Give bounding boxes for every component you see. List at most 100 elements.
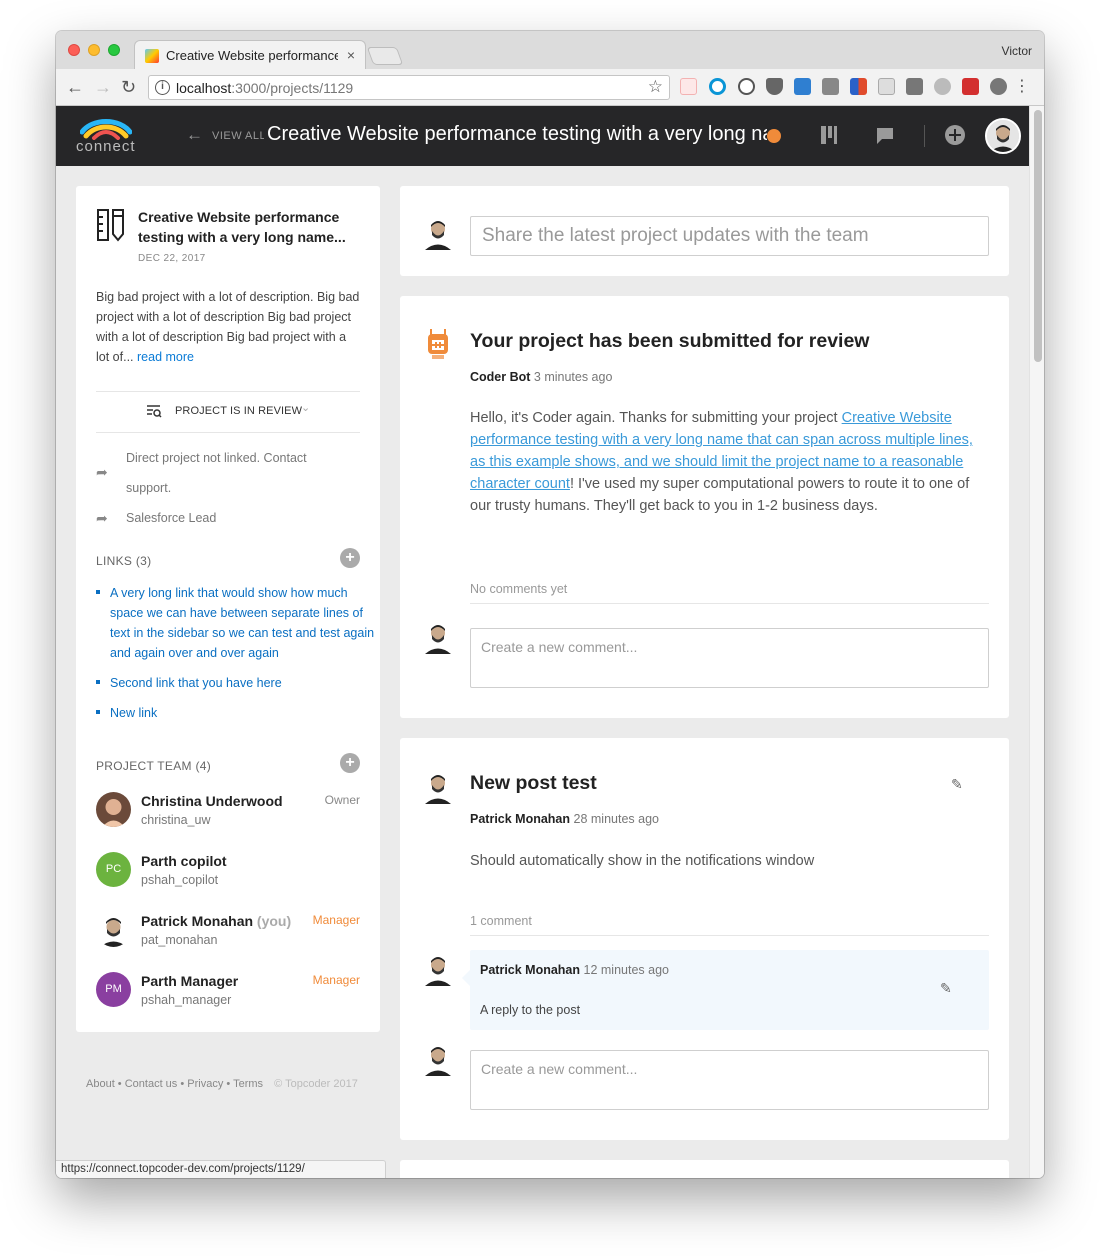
tab-strip: Creative Website performance testing wit… bbox=[56, 31, 1044, 70]
edit-pencil-icon[interactable]: ✎ bbox=[940, 980, 952, 997]
member-role: Manager bbox=[312, 973, 360, 987]
member-avatar: PM bbox=[96, 972, 131, 1007]
read-more-link[interactable]: read more bbox=[137, 350, 194, 364]
post-title: Your project has been submitted for revi… bbox=[470, 330, 870, 352]
comment-meta: Patrick Monahan 12 minutes ago bbox=[480, 963, 669, 977]
bookmark-star-icon[interactable]: ☆ bbox=[648, 77, 663, 97]
link-bullet bbox=[96, 590, 100, 594]
member-handle: pshah_manager bbox=[141, 993, 232, 1007]
extension-icon[interactable] bbox=[709, 78, 726, 95]
sidebar-link[interactable]: A very long link that would show how muc… bbox=[110, 583, 376, 663]
member-name: Patrick Monahan (you) bbox=[141, 913, 292, 929]
user-avatar[interactable] bbox=[985, 118, 1021, 154]
comment-count: 1 comment bbox=[470, 914, 532, 928]
chevron-down-icon[interactable]: ⌄ bbox=[301, 401, 310, 414]
extension-icon[interactable] bbox=[794, 78, 811, 95]
app-header: connect ← VIEW ALL PROJECTS Creative Web… bbox=[56, 106, 1029, 166]
review-status-icon bbox=[767, 129, 781, 143]
footer: About • Contact us • Privacy • Terms © T… bbox=[86, 1078, 358, 1090]
scrollbar-thumb[interactable] bbox=[1034, 110, 1042, 362]
specification-icon[interactable] bbox=[820, 125, 838, 145]
url-text: localhost:3000/projects/1129 bbox=[176, 80, 354, 96]
extension-icon[interactable] bbox=[990, 78, 1007, 95]
extension-icon[interactable] bbox=[738, 78, 755, 95]
member-avatar bbox=[96, 912, 131, 947]
connect-logo-icon[interactable] bbox=[80, 116, 132, 140]
back-arrow-icon[interactable]: ← bbox=[186, 125, 203, 145]
browser-window: Creative Website performance testing wit… bbox=[56, 31, 1044, 1178]
browser-menu-icon[interactable]: ⋮ bbox=[1014, 76, 1030, 98]
member-avatar bbox=[96, 792, 131, 827]
member-avatar: PC bbox=[96, 852, 131, 887]
divider bbox=[470, 603, 989, 604]
feed-post: New post test ✎ Patrick Monahan 28 minut… bbox=[400, 738, 1009, 1140]
minimize-window-button[interactable] bbox=[88, 44, 100, 56]
page-scrollbar[interactable] bbox=[1029, 106, 1044, 1178]
member-name: Christina Underwood bbox=[141, 793, 283, 809]
footer-contact-link[interactable]: Contact us bbox=[125, 1078, 178, 1090]
link-bullet bbox=[96, 710, 100, 714]
link-status-bar: https://connect.topcoder-dev.com/project… bbox=[56, 1160, 386, 1178]
footer-privacy-link[interactable]: Privacy bbox=[187, 1078, 223, 1090]
post-body: Hello, it's Coder again. Thanks for subm… bbox=[470, 410, 973, 514]
messages-icon[interactable] bbox=[876, 127, 894, 145]
user-avatar bbox=[425, 625, 451, 654]
link-bullet bbox=[96, 680, 100, 684]
header-divider bbox=[924, 125, 925, 147]
extension-icon[interactable] bbox=[878, 78, 895, 95]
comment-text: A reply to the post bbox=[480, 1003, 581, 1017]
new-tab-button[interactable] bbox=[366, 47, 404, 65]
shield-extension-icon[interactable] bbox=[766, 78, 783, 95]
post-meta: Patrick Monahan 28 minutes ago bbox=[470, 812, 659, 826]
extension-icon[interactable] bbox=[962, 78, 979, 95]
salesforce-lead: Salesforce Lead bbox=[126, 511, 217, 525]
browser-profile-name[interactable]: Victor bbox=[1002, 44, 1032, 58]
feed-post: Your project has been submitted for revi… bbox=[400, 296, 1009, 718]
browser-toolbar: ← → ↻ i localhost:3000/projects/1129 ☆ ⋮ bbox=[56, 69, 1044, 106]
reload-icon[interactable]: ↻ bbox=[121, 76, 136, 98]
project-title: Creative Website performance testing wit… bbox=[267, 123, 767, 145]
footer-terms-link[interactable]: Terms bbox=[233, 1078, 263, 1090]
back-arrow-icon[interactable]: ← bbox=[66, 76, 84, 98]
footer-about-link[interactable]: About bbox=[86, 1078, 115, 1090]
project-date: DEC 22, 2017 bbox=[138, 253, 206, 264]
add-circle-icon[interactable] bbox=[945, 125, 965, 145]
comment-input[interactable]: Create a new comment... bbox=[470, 628, 989, 688]
maximize-window-button[interactable] bbox=[108, 44, 120, 56]
feed-post bbox=[400, 1160, 1009, 1178]
address-bar[interactable]: i localhost:3000/projects/1129 ☆ bbox=[148, 75, 670, 100]
view-all-projects-link[interactable]: VIEW ALL PROJECTS bbox=[212, 130, 264, 142]
add-link-button[interactable]: + bbox=[340, 548, 360, 568]
logo-text: connect bbox=[76, 138, 136, 155]
tab-close-icon[interactable]: × bbox=[347, 47, 355, 63]
links-section-title: LINKS (3) bbox=[96, 554, 152, 568]
comment-input[interactable]: Create a new comment... bbox=[470, 1050, 989, 1110]
edit-pencil-icon[interactable]: ✎ bbox=[951, 776, 963, 793]
share-update-input[interactable]: Share the latest project updates with th… bbox=[470, 216, 989, 256]
review-search-icon bbox=[147, 405, 162, 418]
add-member-button[interactable]: + bbox=[340, 753, 360, 773]
extension-icon[interactable] bbox=[906, 78, 923, 95]
member-name: Parth copilot bbox=[141, 853, 227, 869]
member-handle: pshah_copilot bbox=[141, 873, 219, 887]
tab-title: Creative Website performance testing wit… bbox=[166, 48, 338, 63]
extension-icon[interactable] bbox=[680, 78, 697, 95]
close-window-button[interactable] bbox=[68, 44, 80, 56]
sidebar-link[interactable]: New link bbox=[110, 703, 376, 723]
commenter-avatar bbox=[425, 957, 451, 986]
cloud-extension-icon[interactable] bbox=[934, 78, 951, 95]
project-sidebar: Creative Website performance testing wit… bbox=[76, 186, 380, 1032]
project-description: Big bad project with a lot of descriptio… bbox=[96, 290, 360, 364]
forward-arrow-icon[interactable]: → bbox=[94, 76, 112, 98]
sidebar-link[interactable]: Second link that you have here bbox=[110, 673, 376, 693]
project-type-icon bbox=[97, 209, 124, 242]
divider bbox=[96, 432, 360, 433]
direct-project-status: Direct project not linked. Contact suppo… bbox=[126, 451, 307, 495]
member-role: Owner bbox=[324, 793, 360, 807]
extension-icon[interactable] bbox=[822, 78, 839, 95]
browser-tab[interactable]: Creative Website performance testing wit… bbox=[134, 40, 366, 70]
info-icon[interactable]: i bbox=[155, 80, 170, 95]
project-status-dropdown[interactable]: PROJECT IS IN REVIEW bbox=[175, 405, 302, 417]
extension-icon[interactable] bbox=[850, 78, 867, 95]
comment-count: No comments yet bbox=[470, 582, 568, 596]
